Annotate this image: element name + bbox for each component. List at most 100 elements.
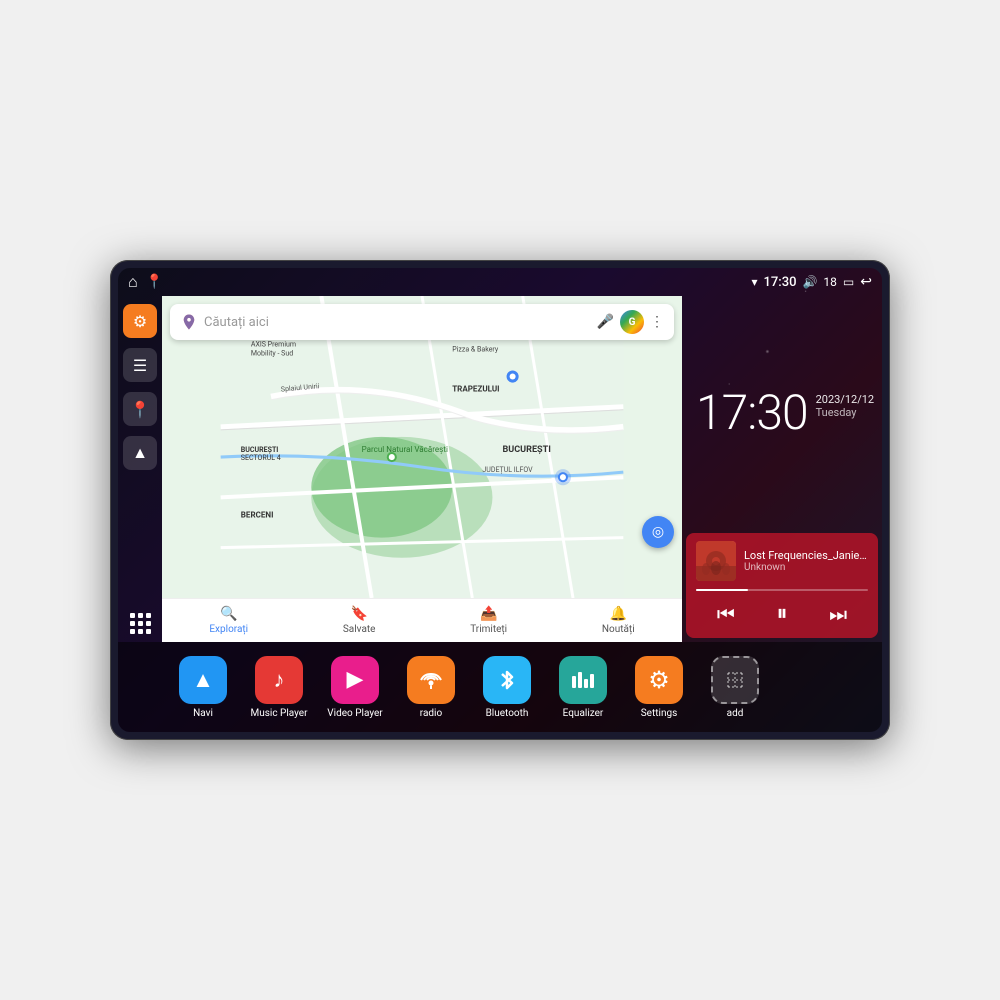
album-art bbox=[696, 541, 736, 581]
navi-icon: ▲ bbox=[179, 656, 227, 704]
date-line1: 2023/12/12 bbox=[816, 393, 875, 406]
battery-icon: ▭ bbox=[843, 275, 854, 289]
dot bbox=[130, 629, 135, 634]
map-pin-icon: 📍 bbox=[130, 400, 150, 419]
dot bbox=[146, 613, 151, 618]
maps-icon[interactable]: 📍 bbox=[146, 274, 163, 290]
battery-number: 18 bbox=[823, 275, 837, 289]
sidebar-files-btn[interactable]: ☰ bbox=[123, 348, 157, 382]
sidebar-nav-btn[interactable]: ▲ bbox=[123, 436, 157, 470]
google-account-icon[interactable]: G bbox=[620, 310, 644, 334]
map-nav-explore[interactable]: 🔍 Explorați bbox=[209, 606, 248, 635]
clock-row: 17:30 2023/12/12 Tuesday bbox=[696, 389, 868, 437]
clock-display: 17:30 bbox=[696, 389, 808, 437]
video-player-label: Video Player bbox=[327, 708, 382, 719]
map-nav-news[interactable]: 🔔 Noutăți bbox=[602, 606, 635, 635]
next-button[interactable]: ⏭ bbox=[821, 598, 855, 630]
explore-label: Explorați bbox=[209, 624, 248, 635]
app-bluetooth[interactable]: Bluetooth bbox=[472, 656, 542, 719]
music-title: Lost Frequencies_Janie... bbox=[744, 549, 868, 562]
news-label: Noutăți bbox=[602, 624, 635, 635]
svg-text:Mobility - Sud: Mobility - Sud bbox=[251, 348, 293, 357]
app-radio[interactable]: radio bbox=[396, 656, 466, 719]
mic-icon[interactable]: 🎤 bbox=[597, 314, 614, 330]
location-fab[interactable]: ◎ bbox=[642, 516, 674, 548]
equalizer-svg bbox=[569, 666, 597, 694]
settings-icon-container: ⚙ bbox=[635, 656, 683, 704]
music-player-label: Music Player bbox=[250, 708, 307, 719]
equalizer-label: Equalizer bbox=[563, 708, 604, 719]
google-maps-icon bbox=[180, 313, 198, 331]
svg-text:BUCUREȘTI: BUCUREȘTI bbox=[503, 445, 551, 455]
date-block: 2023/12/12 Tuesday bbox=[816, 393, 875, 419]
news-icon: 🔔 bbox=[610, 606, 627, 622]
bluetooth-label: Bluetooth bbox=[486, 708, 529, 719]
app-video-player[interactable]: ▶ Video Player bbox=[320, 656, 390, 719]
svg-text:JUDEȚUL ILFOV: JUDEȚUL ILFOV bbox=[482, 465, 533, 474]
svg-text:AXIS Premium: AXIS Premium bbox=[251, 339, 296, 348]
main-area: ⚙ ☰ 📍 ▲ bbox=[118, 296, 882, 642]
map-search-text[interactable]: Căutați aici bbox=[204, 315, 591, 330]
dot bbox=[130, 621, 135, 626]
app-add[interactable]: add bbox=[700, 656, 770, 719]
music-panel: Lost Frequencies_Janie... Unknown ⏮ ⏸ ⏭ bbox=[686, 533, 878, 638]
status-left: ⌂ 📍 bbox=[128, 272, 163, 292]
dot bbox=[130, 613, 135, 618]
dot bbox=[138, 629, 143, 634]
nav-arrow-icon: ▲ bbox=[132, 443, 148, 463]
music-player-icon: ♪ bbox=[255, 656, 303, 704]
app-navi[interactable]: ▲ Navi bbox=[168, 656, 238, 719]
share-label: Trimiteți bbox=[470, 624, 507, 635]
map-bottom-nav: 🔍 Explorați 🔖 Salvate 📤 Trimiteți 🔔 Nout… bbox=[162, 598, 682, 642]
app-equalizer[interactable]: Equalizer bbox=[548, 656, 618, 719]
settings-dots-icon[interactable]: ⋮ bbox=[650, 314, 664, 330]
svg-text:TRAPEZULUI: TRAPEZULUI bbox=[452, 385, 499, 394]
back-icon[interactable]: ↩ bbox=[860, 274, 872, 290]
music-progress-bar[interactable] bbox=[696, 589, 868, 591]
sidebar: ⚙ ☰ 📍 ▲ bbox=[118, 296, 162, 642]
app-settings[interactable]: ⚙ Settings bbox=[624, 656, 694, 719]
device: ⌂ 📍 ▾ 17:30 🔊 18 ▭ ↩ ⚙ ☰ bbox=[110, 260, 890, 740]
saved-icon: 🔖 bbox=[350, 606, 367, 622]
status-time: 17:30 bbox=[763, 275, 796, 290]
sidebar-apps-btn[interactable] bbox=[130, 613, 151, 634]
svg-text:Pizza & Bakery: Pizza & Bakery bbox=[452, 344, 499, 353]
add-label: add bbox=[727, 708, 744, 719]
wifi-signal-icon: ▾ bbox=[751, 275, 757, 289]
svg-text:BERCENI: BERCENI bbox=[241, 510, 274, 519]
video-player-icon: ▶ bbox=[331, 656, 379, 704]
add-icon-container bbox=[711, 656, 759, 704]
music-info: Lost Frequencies_Janie... Unknown bbox=[696, 541, 868, 581]
album-art-inner bbox=[696, 541, 736, 581]
home-icon[interactable]: ⌂ bbox=[128, 272, 138, 292]
music-text: Lost Frequencies_Janie... Unknown bbox=[744, 549, 868, 573]
settings-label: Settings bbox=[641, 708, 678, 719]
app-music-player[interactable]: ♪ Music Player bbox=[244, 656, 314, 719]
pause-button[interactable]: ⏸ bbox=[768, 597, 795, 630]
add-grid-svg bbox=[721, 666, 749, 694]
map-nav-share[interactable]: 📤 Trimiteți bbox=[470, 606, 507, 635]
files-icon: ☰ bbox=[133, 356, 147, 375]
saved-label: Salvate bbox=[343, 624, 376, 635]
dot bbox=[146, 621, 151, 626]
equalizer-icon-container bbox=[559, 656, 607, 704]
navi-label: Navi bbox=[193, 708, 213, 719]
music-artist: Unknown bbox=[744, 562, 868, 573]
radio-wave-svg bbox=[417, 666, 445, 694]
status-right: ▾ 17:30 🔊 18 ▭ ↩ bbox=[751, 274, 872, 290]
sidebar-map-btn[interactable]: 📍 bbox=[123, 392, 157, 426]
settings-icon: ⚙ bbox=[133, 312, 147, 331]
sidebar-settings-btn[interactable]: ⚙ bbox=[123, 304, 157, 338]
map-nav-saved[interactable]: 🔖 Salvate bbox=[343, 606, 376, 635]
explore-icon: 🔍 bbox=[220, 606, 237, 622]
screen: ⌂ 📍 ▾ 17:30 🔊 18 ▭ ↩ ⚙ ☰ bbox=[118, 268, 882, 732]
app-grid: ▲ Navi ♪ Music Player ▶ Video Player bbox=[118, 642, 882, 732]
map-search-bar[interactable]: Căutați aici 🎤 G ⋮ bbox=[170, 304, 674, 340]
clock-panel: 17:30 2023/12/12 Tuesday bbox=[682, 296, 882, 529]
map-view[interactable]: Splaiul Unirii TRAPEZULUI BUCUREȘTI JUDE… bbox=[162, 296, 682, 598]
music-controls: ⏮ ⏸ ⏭ bbox=[696, 597, 868, 630]
volume-icon[interactable]: 🔊 bbox=[802, 275, 817, 289]
radio-icon bbox=[407, 656, 455, 704]
map-svg: Splaiul Unirii TRAPEZULUI BUCUREȘTI JUDE… bbox=[162, 296, 682, 598]
prev-button[interactable]: ⏮ bbox=[709, 598, 743, 630]
